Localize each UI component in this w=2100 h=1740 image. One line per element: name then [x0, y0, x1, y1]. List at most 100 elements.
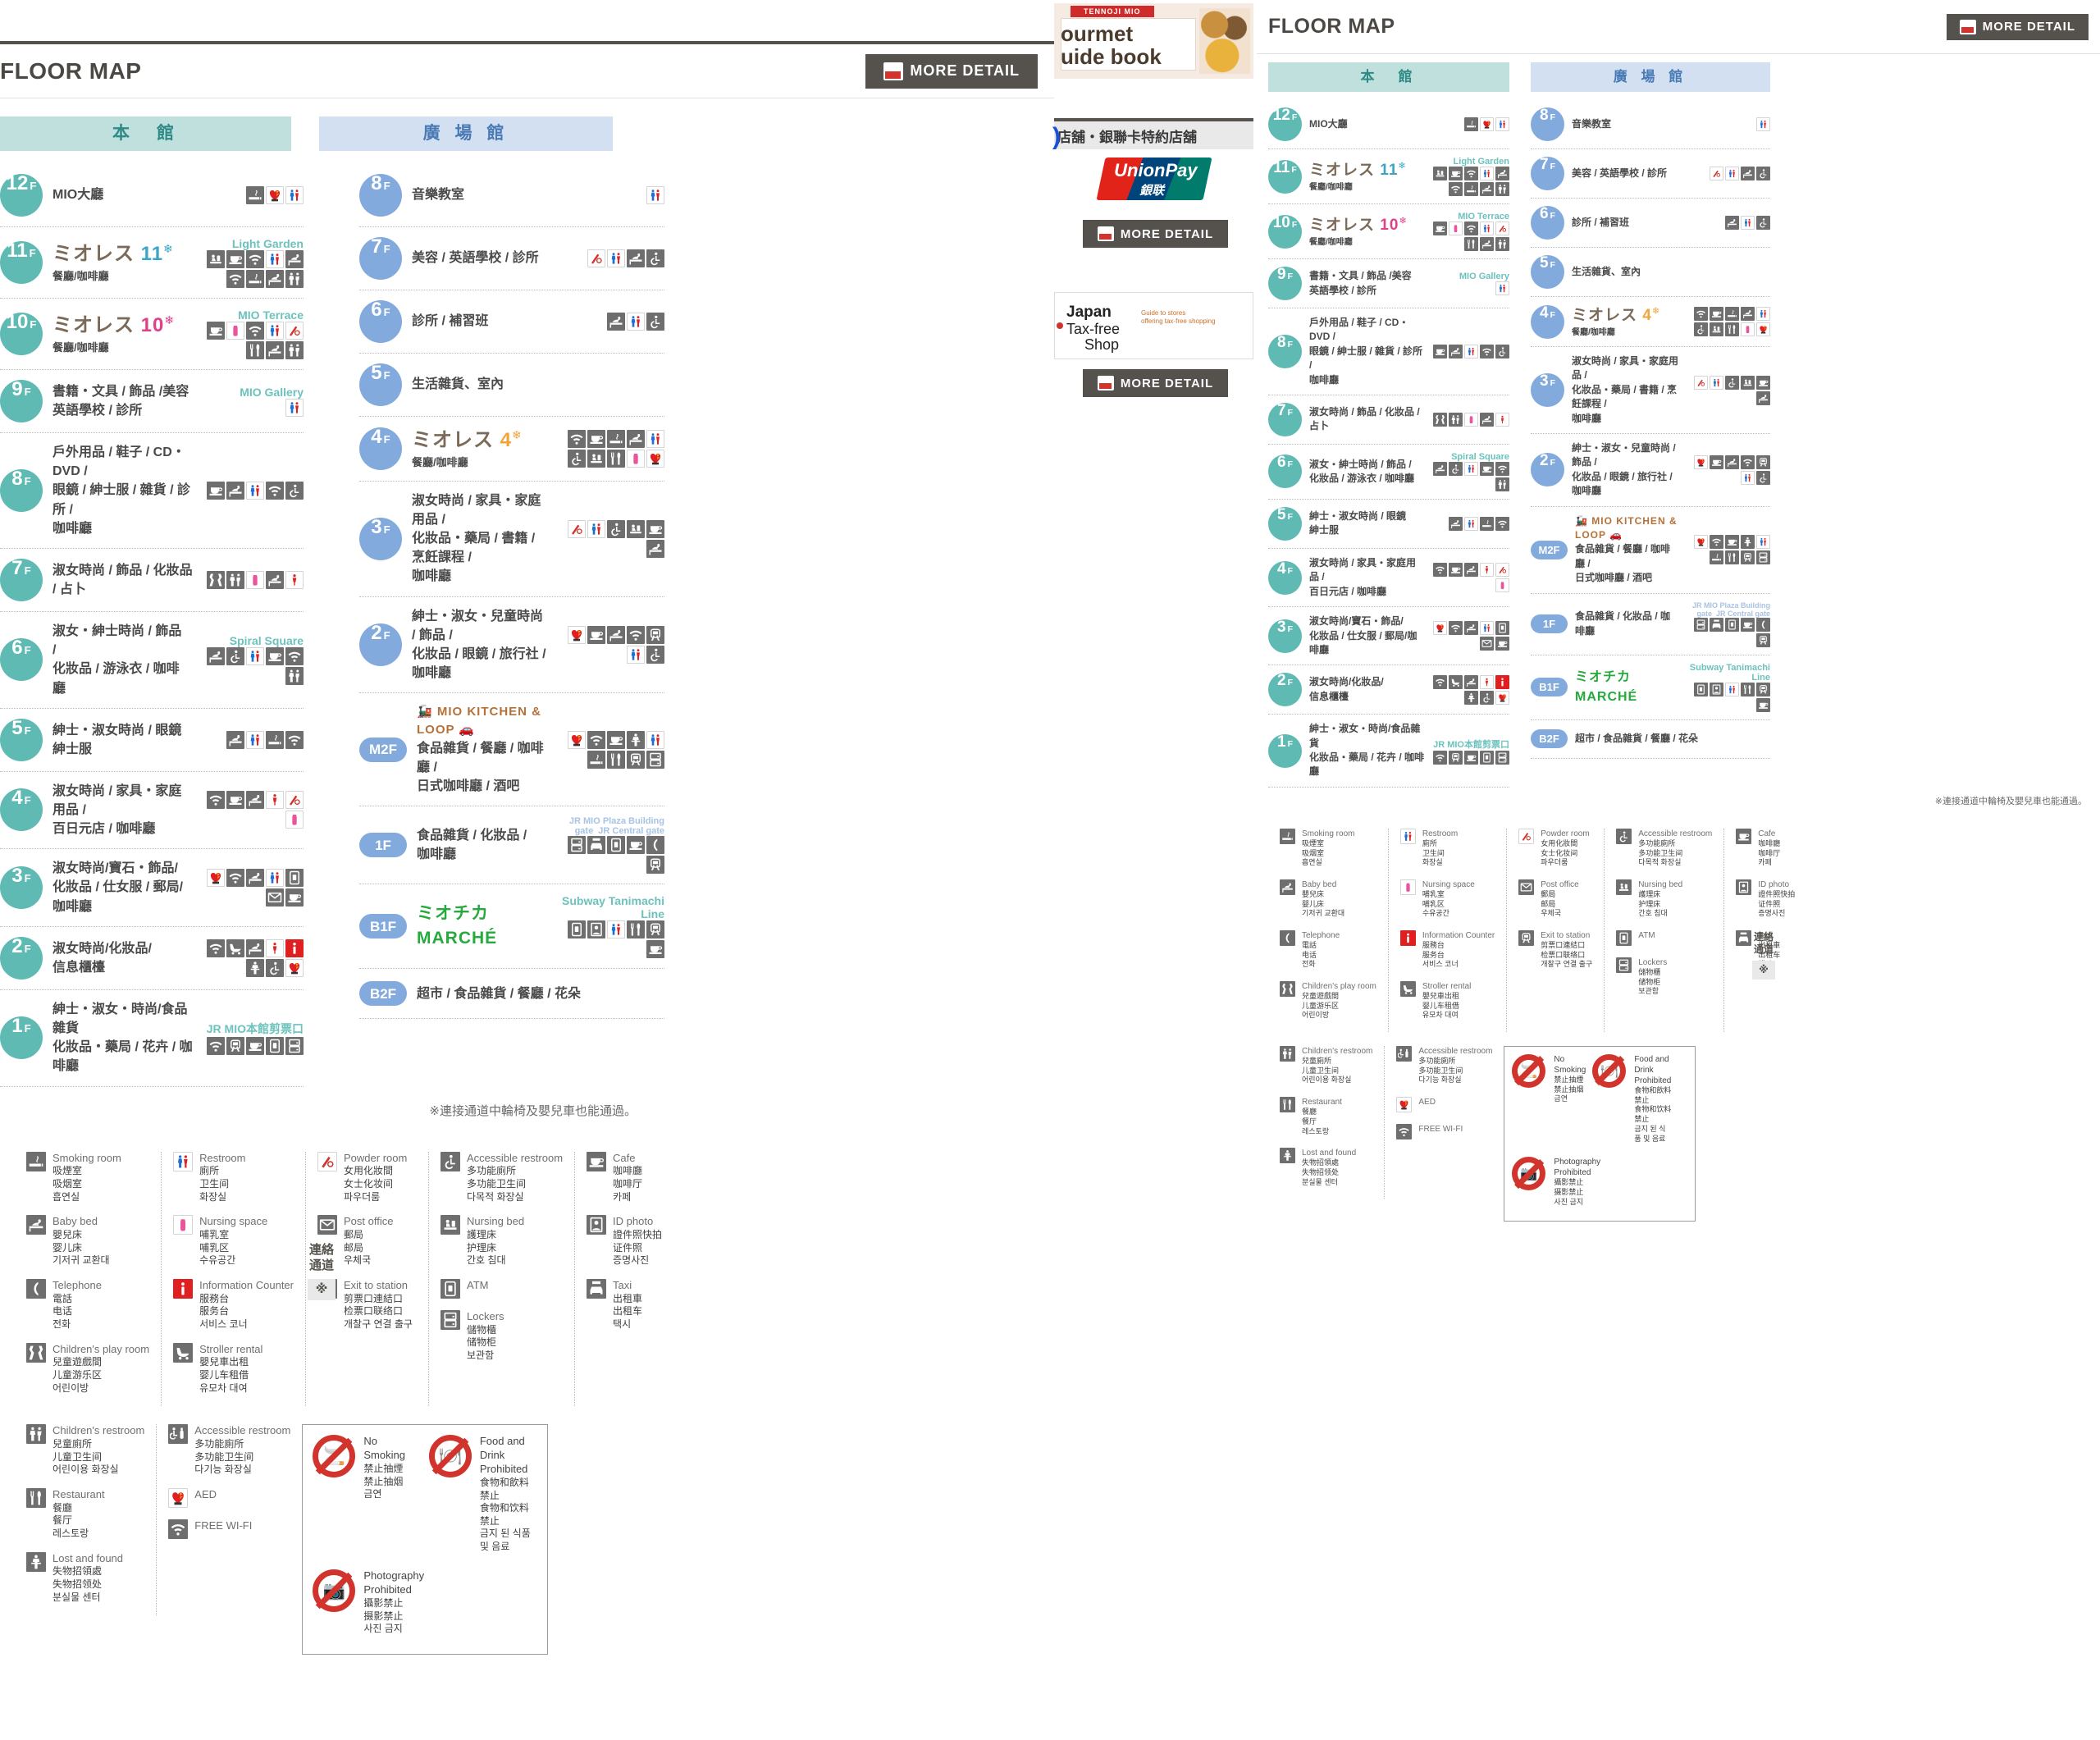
floor-row[interactable]: 5 F 紳士・淑女時尚 / 眼鏡 紳士服 — [1268, 500, 1509, 549]
floor-row[interactable]: 1 F 紳士・淑女・時尚/食品雜貨 化妝品・藥局 / 花卉 / 咖啡廳 JR MIO本館… — [0, 990, 304, 1087]
floor-badge[interactable]: 7F — [0, 558, 43, 601]
floor-row[interactable]: 3 F 淑女時尚 / 家具・家庭用品 / 化妝品・藥局 / 書籍 / 烹飪課程 / 咖啡… — [359, 482, 664, 597]
gourmet-guide-book-banner[interactable]: TENNOJI MIO ourmet uide book — [1054, 3, 1253, 79]
floor-row[interactable]: M2F 🚂 MIO KITCHEN & LOOP 🚗 食品雜貨 / 餐廳 / 咖啡廳… — [359, 693, 664, 807]
floor-badge[interactable]: 8F — [1268, 334, 1302, 368]
floor-row[interactable]: 4 F 淑女時尚 / 家具・家庭用品 / 百日元店 / 咖啡廳 — [0, 772, 304, 850]
floor-row[interactable]: 4 F 淑女時尚 / 家具・家庭用品 / 百日元店 / 咖啡廳 — [1268, 549, 1509, 608]
tab-hiroba[interactable]: 廣 場 館 — [1531, 62, 1770, 92]
floor-badge[interactable]: 7F — [359, 237, 402, 280]
floor-badge[interactable]: 6F — [1531, 206, 1564, 240]
floor-row[interactable]: 2 F 紳士・淑女・兒童時尚 / 飾品 / 化妝品 / 眼鏡 / 旅行社 / 咖啡廳 — [359, 597, 664, 694]
floor-row[interactable]: 11 F ミオレス 11❄ 餐廳/咖啡廳 Light Garden — [0, 227, 304, 299]
floor-row[interactable]: 1F 食品雜貨 / 化妝品 / 咖啡廳 JR MIO Plaza Building … — [1531, 594, 1770, 655]
floor-badge[interactable]: 8F — [359, 174, 402, 217]
floor-row[interactable]: 3 F 淑女時尚/寶石・飾品/化妝品 / 仕女服 / 郵局/咖啡廳 — [1268, 607, 1509, 666]
floor-row[interactable]: 2 F 淑女時尚/化妝品/信息櫃檯 — [0, 927, 304, 990]
floor-row[interactable]: 11 F ミオレス 11❄ 餐廳/咖啡廳 Light Garden — [1268, 149, 1509, 204]
floor-badge[interactable]: 1F — [0, 1016, 43, 1060]
floor-badge[interactable]: 12 F — [0, 174, 43, 217]
floor-badge[interactable]: B1F — [1531, 678, 1568, 697]
floor-row[interactable]: 5 F 紳士・淑女時尚 / 眼鏡 紳士服 — [0, 709, 304, 772]
floor-row[interactable]: 6 F 診所 / 補習班 — [1531, 199, 1770, 248]
floor-badge[interactable]: 7F — [1531, 157, 1564, 190]
floor-badge[interactable]: 5F — [1531, 255, 1564, 289]
floor-badge[interactable]: 3F — [359, 517, 402, 560]
floor-badge[interactable]: M2F — [1531, 540, 1568, 559]
floor-row[interactable]: 7 F 淑女時尚 / 飾品 / 化妝品 / 占卜 — [1268, 395, 1509, 445]
floor-row[interactable]: 7 F 美容 / 英語學校 / 診所 — [1531, 149, 1770, 199]
floor-row[interactable]: 1 F 紳士・淑女・時尚/食品雜貨 化妝品・藥局 / 花卉 / 咖啡廳 JR MIO本館… — [1268, 715, 1509, 788]
floor-badge[interactable]: 2F — [0, 936, 43, 980]
floor-row[interactable]: 9 F 書籍・文具 / 飾品 /美容 英語學校 / 診所 MIO Gallery — [1268, 259, 1509, 308]
floor-badge[interactable]: 1F — [1531, 614, 1568, 634]
floor-badge[interactable]: 6F — [1268, 454, 1302, 489]
tab-hiroba[interactable]: 廣 場 館 — [319, 116, 613, 151]
floor-badge[interactable]: 3F — [1531, 373, 1564, 408]
floor-row[interactable]: 12 F MIO大廳 — [1268, 100, 1509, 149]
floor-badge[interactable]: 4F — [1268, 560, 1302, 595]
floor-badge[interactable]: 2F — [1531, 453, 1564, 487]
floor-row[interactable]: 8 F 音樂教室 — [1531, 100, 1770, 149]
floor-row[interactable]: 6 F 淑女・紳士時尚 / 飾品 / 化妝品 / 游泳衣 / 咖啡廳 Spiral Sq… — [1268, 445, 1509, 500]
floor-row[interactable]: 3 F 淑女時尚 / 家具・家庭用品 / 化妝品・藥局 / 書籍 / 烹飪課程 / 咖啡… — [1531, 347, 1770, 434]
floor-badge[interactable]: 4F — [0, 788, 43, 832]
floor-badge[interactable]: 11 F — [1268, 159, 1302, 194]
floor-row[interactable]: 1F 食品雜貨 / 化妝品 / 咖啡廳 JR MIO Plaza Building … — [359, 806, 664, 885]
floor-badge[interactable]: 10 F — [1268, 214, 1302, 249]
floor-row[interactable]: B1F ミオチカ MARCHÉ Subway Tanimachi Line — [359, 884, 664, 970]
floor-badge[interactable]: 8F — [0, 468, 43, 512]
floor-row[interactable]: 2 F 淑女時尚/化妝品/信息櫃檯 — [1268, 665, 1509, 715]
floor-badge[interactable]: 6F — [0, 638, 43, 682]
floor-row[interactable]: B1F ミオチカ MARCHÉ Subway Tanimachi Line — [1531, 655, 1770, 720]
floor-row[interactable]: B2F 超市 / 食品雜貨 / 餐廳 / 花朵 — [1531, 720, 1770, 759]
floor-row[interactable]: 5 F 生活雜貨、室內 — [359, 354, 664, 417]
floor-badge[interactable]: B2F — [359, 981, 407, 1007]
floor-row[interactable]: 4 F ミオレス 4❄ 餐廳/咖啡廳 — [1531, 297, 1770, 348]
floor-badge[interactable]: 11 F — [0, 241, 43, 284]
floor-badge[interactable]: 6F — [359, 300, 402, 343]
floor-badge[interactable]: 3F — [1268, 619, 1302, 653]
tab-honkan[interactable]: 本 館 — [1268, 62, 1509, 92]
floor-row[interactable]: 2 F 紳士・淑女・兒童時尚 / 飾品 / 化妝品 / 眼鏡 / 旅行社 / 咖啡廳 — [1531, 434, 1770, 507]
floor-badge[interactable]: 2F — [359, 623, 402, 666]
floor-row[interactable]: 7 F 美容 / 英語學校 / 診所 — [359, 227, 664, 290]
floor-row[interactable]: B2F 超市 / 食品雜貨 / 餐廳 / 花朵 — [359, 969, 664, 1020]
floor-badge[interactable]: 9F — [0, 380, 43, 422]
floor-badge[interactable]: 5F — [359, 363, 402, 406]
floor-row[interactable]: 7 F 淑女時尚 / 飾品 / 化妝品 / 占卜 — [0, 549, 304, 612]
floor-badge[interactable]: 3F — [0, 866, 43, 910]
more-detail-button-taxfree[interactable]: MORE DETAIL — [1082, 369, 1229, 397]
floor-row[interactable]: 10 F ミオレス 10❄ 餐廳/咖啡廳 MIO Terrace — [0, 299, 304, 370]
floor-row[interactable]: 5 F 生活雜貨、室內 — [1531, 248, 1770, 297]
floor-row[interactable]: 3 F 淑女時尚/寶石・飾品/化妝品 / 仕女服 / 郵局/咖啡廳 — [0, 849, 304, 927]
floor-badge[interactable]: B1F — [359, 914, 407, 939]
floor-badge[interactable]: 10 F — [0, 313, 43, 355]
floor-row[interactable]: 12 F MIO大廳 — [0, 164, 304, 227]
floor-badge[interactable]: 7F — [1268, 402, 1302, 436]
more-detail-button[interactable]: MORE DETAIL — [1946, 13, 2089, 40]
more-detail-button-unionpay[interactable]: MORE DETAIL — [1082, 220, 1229, 248]
floor-badge[interactable]: 9F — [1268, 267, 1302, 300]
floor-row[interactable]: 6 F 淑女・紳士時尚 / 飾品 / 化妝品 / 游泳衣 / 咖啡廳 Spiral Sq… — [0, 612, 304, 709]
floor-row[interactable]: 9 F 書籍・文具 / 飾品 /美容 英語學校 / 診所 MIO Gallery — [0, 370, 304, 433]
more-detail-button[interactable]: MORE DETAIL — [865, 53, 1038, 89]
floor-badge[interactable]: 12 F — [1268, 107, 1302, 141]
floor-row[interactable]: 8 F 音樂教室 — [359, 164, 664, 227]
floor-badge[interactable]: M2F — [359, 737, 407, 762]
floor-row[interactable]: 6 F 診所 / 補習班 — [359, 290, 664, 354]
floor-badge[interactable]: 1F — [359, 833, 407, 858]
floor-row[interactable]: 4 F ミオレス 4❄ 餐廳/咖啡廳 — [359, 417, 664, 482]
floor-row[interactable]: M2F 🚂 MIO KITCHEN & LOOP 🚗 食品雜貨 / 餐廳 / 咖啡廳… — [1531, 507, 1770, 594]
floor-badge[interactable]: 1F — [1268, 733, 1302, 768]
floor-badge[interactable]: 4F — [359, 427, 402, 470]
japan-taxfree-banner[interactable]: Japan Tax-free Shop Guide to stores offe… — [1054, 292, 1253, 359]
floor-row[interactable]: 8 F 戶外用品 / 鞋子 / CD・DVD / 眼鏡 / 紳士服 / 雜貨 / 診所… — [0, 433, 304, 549]
tab-honkan[interactable]: 本 館 — [0, 116, 291, 151]
floor-badge[interactable]: B2F — [1531, 729, 1568, 749]
floor-badge[interactable]: 5F — [1268, 506, 1302, 541]
floor-badge[interactable]: 5F — [0, 718, 43, 761]
floor-row[interactable]: 8 F 戶外用品 / 鞋子 / CD・DVD / 眼鏡 / 紳士服 / 雜貨 / 診所… — [1268, 308, 1509, 395]
floor-badge[interactable]: 2F — [1268, 673, 1302, 707]
floor-badge[interactable]: 4F — [1531, 304, 1564, 339]
